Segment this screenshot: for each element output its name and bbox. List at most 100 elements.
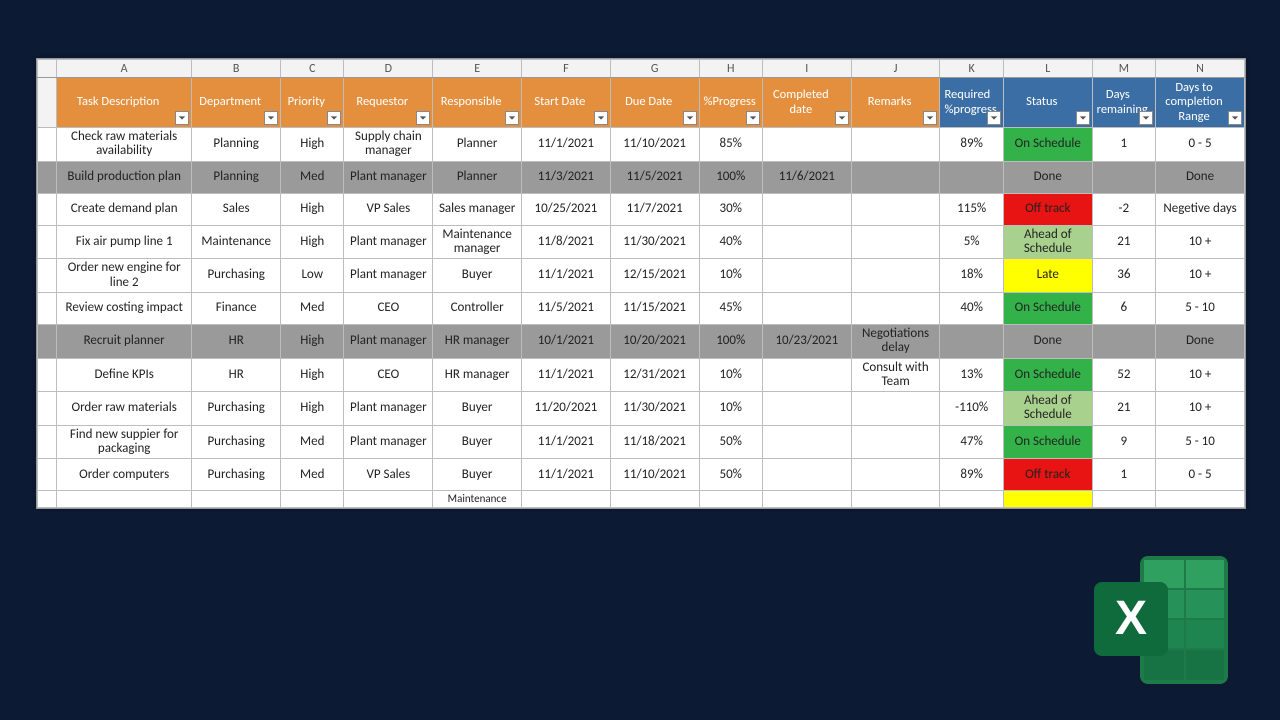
cell-status[interactable]: Done <box>1003 324 1092 358</box>
cell-prio[interactable]: High <box>281 225 344 259</box>
cell-prio[interactable] <box>281 491 344 508</box>
cell-prio[interactable]: Med <box>281 459 344 491</box>
cell-dept[interactable]: Finance <box>192 292 281 324</box>
cell-req[interactable]: Plant manager <box>344 425 433 459</box>
cell-task[interactable]: Review costing impact <box>57 292 192 324</box>
cell-req[interactable]: VP Sales <box>344 459 433 491</box>
cell-dept[interactable]: Maintenance <box>192 225 281 259</box>
cell-rprog[interactable]: 89% <box>940 128 1003 162</box>
cell-cdate[interactable] <box>762 225 851 259</box>
cell-prio[interactable]: High <box>281 128 344 162</box>
cell-rprog[interactable]: 5% <box>940 225 1003 259</box>
cell-range[interactable]: 5 - 10 <box>1156 425 1245 459</box>
cell-task[interactable]: Order computers <box>57 459 192 491</box>
cell-range[interactable]: 10 + <box>1156 358 1245 392</box>
column-header-K[interactable]: K <box>940 60 1003 78</box>
cell-task[interactable]: Check raw materials availability <box>57 128 192 162</box>
cell-status[interactable]: Ahead of Schedule <box>1003 225 1092 259</box>
cell-start[interactable]: 11/5/2021 <box>522 292 611 324</box>
column-header-B[interactable]: B <box>192 60 281 78</box>
cell-task[interactable] <box>57 491 192 508</box>
cell-start[interactable]: 11/8/2021 <box>522 225 611 259</box>
cell-dept[interactable]: Planning <box>192 128 281 162</box>
cell-prog[interactable]: 100% <box>699 161 762 193</box>
cell-cdate[interactable] <box>762 491 851 508</box>
header-task[interactable]: Task Description <box>57 78 192 128</box>
column-header-E[interactable]: E <box>433 60 522 78</box>
cell-rprog[interactable] <box>940 324 1003 358</box>
cell-due[interactable]: 11/15/2021 <box>610 292 699 324</box>
cell-prog[interactable]: 50% <box>699 459 762 491</box>
cell-range[interactable]: Negetive days <box>1156 193 1245 225</box>
cell-req[interactable]: CEO <box>344 358 433 392</box>
cell-rem[interactable]: Negotiations delay <box>851 324 940 358</box>
cell-prog[interactable] <box>699 491 762 508</box>
cell-dept[interactable]: HR <box>192 324 281 358</box>
filter-dropdown-button[interactable] <box>746 111 760 125</box>
cell-rem[interactable]: Consult with Team <box>851 358 940 392</box>
filter-dropdown-button[interactable] <box>416 111 430 125</box>
row-header[interactable] <box>38 193 57 225</box>
cell-range[interactable]: 10 + <box>1156 259 1245 293</box>
filter-dropdown-button[interactable] <box>505 111 519 125</box>
cell-start[interactable] <box>522 491 611 508</box>
filter-dropdown-button[interactable] <box>175 111 189 125</box>
cell-drem[interactable]: 6 <box>1092 292 1155 324</box>
cell-rprog[interactable]: 115% <box>940 193 1003 225</box>
cell-cdate[interactable] <box>762 392 851 426</box>
cell-resp[interactable]: Buyer <box>433 425 522 459</box>
cell-rem[interactable] <box>851 128 940 162</box>
row-header[interactable] <box>38 392 57 426</box>
cell-task[interactable]: Define KPIs <box>57 358 192 392</box>
cell-drem[interactable] <box>1092 324 1155 358</box>
column-header-G[interactable]: G <box>610 60 699 78</box>
cell-status[interactable]: On Schedule <box>1003 292 1092 324</box>
cell-resp[interactable]: Controller <box>433 292 522 324</box>
cell-due[interactable]: 11/18/2021 <box>610 425 699 459</box>
filter-dropdown-button[interactable] <box>1228 111 1242 125</box>
cell-resp[interactable]: Buyer <box>433 459 522 491</box>
cell-prog[interactable]: 85% <box>699 128 762 162</box>
cell-resp[interactable]: Sales manager <box>433 193 522 225</box>
cell-prog[interactable]: 10% <box>699 259 762 293</box>
cell-cdate[interactable] <box>762 358 851 392</box>
cell-status[interactable]: Late <box>1003 259 1092 293</box>
cell-rprog[interactable]: 40% <box>940 292 1003 324</box>
cell-start[interactable]: 11/1/2021 <box>522 259 611 293</box>
filter-dropdown-button[interactable] <box>594 111 608 125</box>
header-status[interactable]: Status <box>1003 78 1092 128</box>
cell-range[interactable]: 5 - 10 <box>1156 292 1245 324</box>
cell-prog[interactable]: 100% <box>699 324 762 358</box>
cell-drem[interactable]: 36 <box>1092 259 1155 293</box>
cell-rprog[interactable] <box>940 491 1003 508</box>
header-prio[interactable]: Priority <box>281 78 344 128</box>
header-due[interactable]: Due Date <box>610 78 699 128</box>
cell-task[interactable]: Create demand plan <box>57 193 192 225</box>
cell-due[interactable]: 11/30/2021 <box>610 392 699 426</box>
column-header-F[interactable]: F <box>522 60 611 78</box>
cell-range[interactable]: Done <box>1156 324 1245 358</box>
cell-start[interactable]: 11/3/2021 <box>522 161 611 193</box>
header-start[interactable]: Start Date <box>522 78 611 128</box>
cell-dept[interactable] <box>192 491 281 508</box>
cell-rem[interactable] <box>851 459 940 491</box>
cell-task[interactable]: Order new engine for line 2 <box>57 259 192 293</box>
cell-rprog[interactable]: 13% <box>940 358 1003 392</box>
cell-cdate[interactable]: 10/23/2021 <box>762 324 851 358</box>
cell-prog[interactable]: 40% <box>699 225 762 259</box>
cell-prio[interactable]: Med <box>281 292 344 324</box>
row-header[interactable] <box>38 292 57 324</box>
select-all-corner[interactable] <box>38 60 57 78</box>
cell-status[interactable]: Off track <box>1003 193 1092 225</box>
cell-range[interactable]: 10 + <box>1156 225 1245 259</box>
cell-resp[interactable]: HR manager <box>433 324 522 358</box>
row-header[interactable] <box>38 491 57 508</box>
column-header-C[interactable]: C <box>281 60 344 78</box>
column-header-A[interactable]: A <box>57 60 192 78</box>
cell-req[interactable]: Plant manager <box>344 225 433 259</box>
cell-prio[interactable]: High <box>281 392 344 426</box>
filter-dropdown-button[interactable] <box>1076 111 1090 125</box>
cell-rprog[interactable]: 18% <box>940 259 1003 293</box>
row-header[interactable] <box>38 358 57 392</box>
cell-rem[interactable] <box>851 259 940 293</box>
